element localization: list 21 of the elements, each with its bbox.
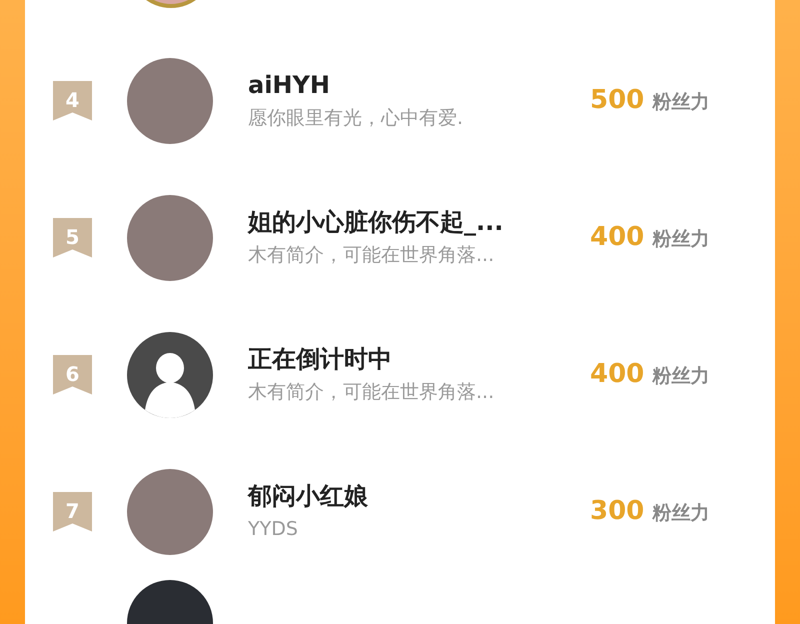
rank-badge: 6 [53, 354, 92, 394]
fan-power-score: 400 [590, 358, 644, 391]
default-avatar-icon [127, 332, 213, 418]
rank-badge: 7 [53, 492, 92, 532]
user-name[interactable]: aiHYH [248, 68, 578, 100]
rank-badge: 4 [53, 80, 92, 120]
user-name[interactable]: 正在倒计时中 [248, 342, 578, 374]
fan-power-label: 粉丝力 [652, 90, 710, 115]
user-name[interactable]: 姐的小心脏你伤不起_... [248, 206, 578, 238]
fan-power-score: 400 [590, 221, 644, 254]
fan-power-label: 粉丝力 [652, 227, 710, 252]
fan-power-label: 粉丝力 [652, 364, 710, 389]
fan-power-score: 500 [590, 84, 644, 117]
user-bio: 木有简介，可能在世界角落... [248, 380, 496, 404]
user-bio: 愿你眼里有光，心中有爱. [248, 106, 464, 130]
user-name[interactable]: 郁闷小红娘 [248, 480, 578, 512]
user-bio: 木有简介，可能在世界角落... [248, 242, 496, 268]
user-bio: YYDS [248, 516, 299, 542]
fan-power-label: 粉丝力 [652, 501, 710, 526]
fan-power-score: 300 [590, 495, 644, 528]
rank-badge: 5 [53, 218, 92, 258]
